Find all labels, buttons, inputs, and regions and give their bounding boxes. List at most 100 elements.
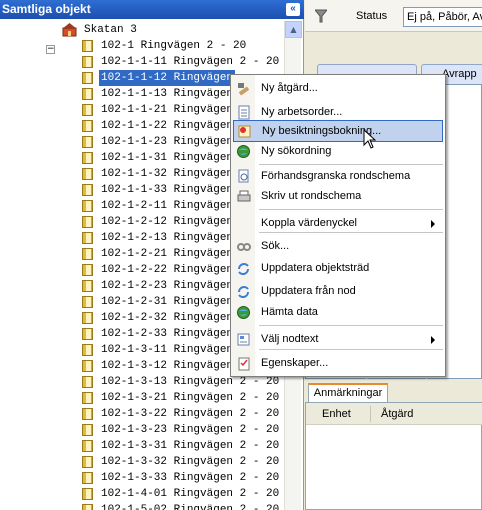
tree-node-label: 102-1-4-01 Ringvägen 2 - 20 — [101, 488, 280, 500]
apartment-icon — [82, 328, 93, 340]
column-header-enhet[interactable]: Enhet — [322, 408, 351, 420]
menu-item-label: Skriv ut rondschema — [261, 190, 362, 202]
menu-item[interactable]: Ny åtgärd... — [233, 78, 443, 100]
globe-icon — [237, 145, 250, 158]
tree-node[interactable]: 102-1-3-33 Ringvägen 2 - 20 — [82, 470, 284, 486]
menu-item[interactable]: Egenskaper... — [233, 353, 443, 375]
tree-expander-toggle[interactable]: − — [46, 45, 55, 54]
tree-node-label: 102-1-1-23 Ringvägen — [101, 136, 234, 148]
apartment-icon — [82, 232, 93, 244]
globe-icon — [237, 306, 250, 319]
menu-item-label: Koppla värdenyckel — [261, 217, 358, 229]
apartment-icon — [82, 184, 93, 196]
status-dropdown[interactable]: Ej på, Påbör, Av — [403, 7, 482, 27]
tree-node[interactable]: 102-1-5-02 Ringvägen 2 - 20 — [82, 502, 284, 510]
tree-node-label: 102-1-2-23 Ringvägen — [101, 280, 234, 292]
printer-icon — [237, 190, 251, 202]
menu-item-label: Ny åtgärd... — [261, 82, 318, 94]
tree-node[interactable]: 102-1-3-31 Ringvägen 2 - 20 — [82, 438, 284, 454]
menu-item[interactable]: Hämta data — [233, 302, 443, 324]
menu-item[interactable]: Uppdatera från nod — [233, 281, 443, 303]
menu-item[interactable]: Skriv ut rondschema — [233, 186, 443, 208]
tree-node-label: 102-1-1-32 Ringvägen — [101, 168, 234, 180]
tree-node-label: 102-1-3-21 Ringvägen 2 - 20 — [101, 392, 280, 404]
menu-item-label: Egenskaper... — [261, 357, 329, 369]
apartment-icon — [82, 344, 93, 356]
menu-item-label: Välj nodtext — [261, 333, 319, 345]
tree-node[interactable]: 102-1-3-23 Ringvägen 2 - 20 — [82, 422, 284, 438]
apartment-icon — [82, 40, 93, 52]
apartment-icon — [82, 312, 93, 324]
menu-item[interactable]: Välj nodtext — [233, 329, 443, 351]
apartment-icon — [82, 504, 93, 510]
apartment-icon — [82, 216, 93, 228]
apartment-icon — [82, 440, 93, 452]
apartment-icon — [82, 120, 93, 132]
menu-item-label: Förhandsgranska rondschema — [261, 170, 411, 182]
collapse-panel-button[interactable]: « — [286, 3, 300, 16]
refresh-icon — [238, 286, 249, 298]
anmarkningar-grid: Enhet Åtgärd — [305, 402, 482, 510]
apartment-icon — [82, 376, 93, 388]
tree-node-label: 102-1-3-23 Ringvägen 2 - 20 — [101, 424, 280, 436]
submenu-arrow-icon — [431, 220, 435, 228]
tree-node-label: 102-1-1-11 Ringvägen 2 - 20 — [101, 56, 280, 68]
tree-node[interactable]: 102-1-4-01 Ringvägen 2 - 20 — [82, 486, 284, 502]
menu-item[interactable]: Uppdatera objektsträd — [233, 258, 443, 280]
booking-icon — [238, 125, 251, 138]
apartment-icon — [82, 200, 93, 212]
apartment-icon — [82, 408, 93, 420]
nodetext-icon — [237, 333, 250, 346]
menu-separator — [259, 164, 443, 165]
refresh-icon — [238, 263, 249, 275]
tree-panel-header: Samtliga objekt « — [0, 0, 304, 19]
tab-anmarkningar[interactable]: Anmärkningar — [308, 383, 388, 403]
tree-root-node[interactable]: Skatan 3 — [62, 22, 262, 38]
apartment-icon — [82, 488, 93, 500]
tree-node[interactable]: 102-1-1-11 Ringvägen 2 - 20 — [82, 54, 284, 70]
column-header-atgard[interactable]: Åtgärd — [381, 408, 413, 420]
hammer-icon — [238, 83, 250, 96]
apartment-icon — [82, 360, 93, 372]
column-separator[interactable] — [370, 406, 371, 422]
apartment-icon — [82, 280, 93, 292]
tree-node[interactable]: 102-1-3-22 Ringvägen 2 - 20 — [82, 406, 284, 422]
status-label: Status — [356, 10, 388, 22]
tree-node-label: 102-1-1-21 Ringvägen — [101, 104, 234, 116]
tree-node[interactable]: 102-1 Ringvägen 2 - 20 — [82, 38, 284, 54]
tree-node[interactable]: 102-1-3-21 Ringvägen 2 - 20 — [82, 390, 284, 406]
menu-separator — [259, 349, 443, 350]
tree-node-label: 102-1-1-12 Ringvägen — [99, 70, 236, 86]
menu-item[interactable]: Ny sökordning — [233, 141, 443, 163]
building-icon — [62, 23, 77, 37]
context-menu: Ny åtgärd... Ny arbetsorder... Ny besiktni… — [230, 74, 446, 377]
tree-node-label: 102-1-1-33 Ringvägen — [101, 184, 234, 196]
properties-icon — [238, 357, 250, 371]
tree-node-label: 102-1-3-31 Ringvägen 2 - 20 — [101, 440, 280, 452]
tree-node[interactable]: 102-1-3-32 Ringvägen 2 - 20 — [82, 454, 284, 470]
tree-node-label: 102-1-5-02 Ringvägen 2 - 20 — [101, 504, 280, 510]
tree-root-label: Skatan 3 — [84, 24, 137, 36]
tree-panel-title: Samtliga objekt — [2, 2, 91, 16]
tree-node-label: 102-1-2-31 Ringvägen — [101, 296, 234, 308]
tree-node-label: 102-1-3-33 Ringvägen 2 - 20 — [101, 472, 280, 484]
apartment-icon — [82, 168, 93, 180]
application-window: Samtliga objekt « − Skatan 3 102-1 Ringv… — [0, 0, 482, 510]
preview-icon — [238, 169, 249, 183]
search-icon — [237, 243, 251, 251]
menu-item[interactable]: Ny besiktningsbokning... — [233, 120, 443, 142]
menu-item[interactable]: Förhandsgranska rondschema — [233, 166, 443, 188]
apartment-icon — [82, 296, 93, 308]
apartment-icon — [82, 264, 93, 276]
menu-item-label: Hämta data — [261, 306, 318, 318]
menu-separator — [259, 209, 443, 210]
tree-node-label: 102-1-1-31 Ringvägen — [101, 152, 234, 164]
scroll-up-button[interactable]: ▲ — [285, 21, 302, 38]
filter-icon[interactable] — [315, 9, 327, 23]
tree-node-label: 102-1-3-11 Ringvägen — [101, 344, 234, 356]
tree-node-label: 102-1-1-22 Ringvägen — [101, 120, 234, 132]
submenu-arrow-icon — [431, 336, 435, 344]
menu-item[interactable]: Sök... — [233, 236, 443, 258]
tree-node-label: 102-1-2-11 Ringvägen — [101, 200, 234, 212]
menu-item-label: Uppdatera objektsträd — [261, 262, 370, 274]
